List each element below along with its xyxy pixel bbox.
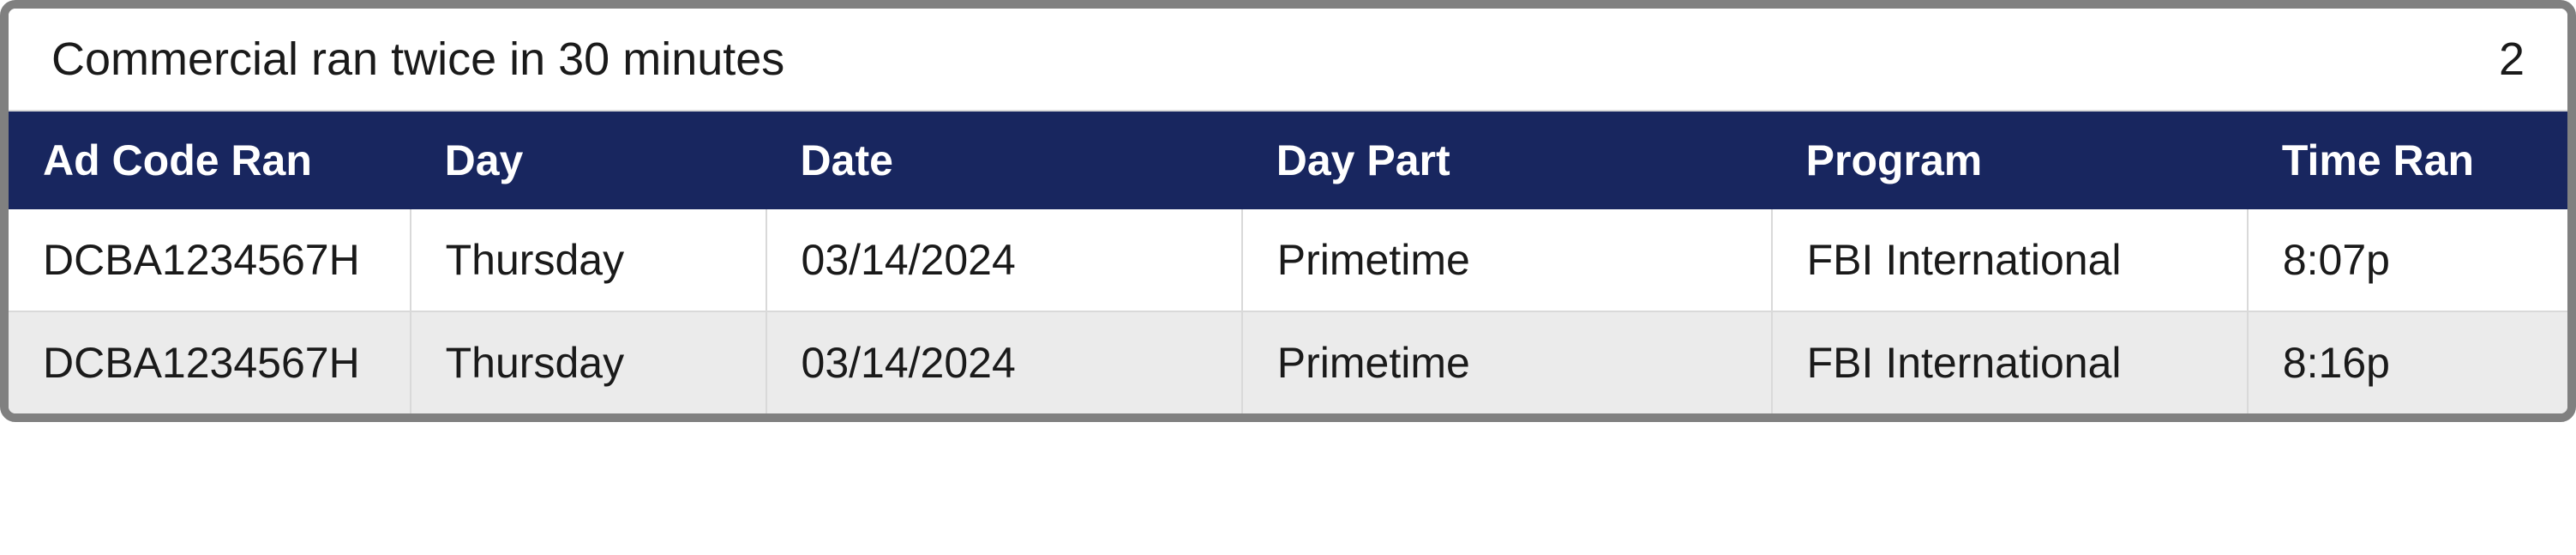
table-row: DCBA1234567H Thursday 03/14/2024 Primeti… bbox=[9, 311, 2567, 413]
title-count: 2 bbox=[2499, 33, 2525, 86]
cell-program: FBI International bbox=[1772, 209, 2248, 311]
cell-time-ran: 8:16p bbox=[2248, 311, 2567, 413]
title-bar: Commercial ran twice in 30 minutes 2 bbox=[9, 9, 2567, 112]
report-panel: Commercial ran twice in 30 minutes 2 Ad … bbox=[0, 0, 2576, 422]
cell-date: 03/14/2024 bbox=[766, 209, 1242, 311]
title-text: Commercial ran twice in 30 minutes bbox=[51, 33, 784, 86]
cell-time-ran: 8:07p bbox=[2248, 209, 2567, 311]
cell-day-part: Primetime bbox=[1242, 209, 1772, 311]
header-program: Program bbox=[1772, 112, 2248, 209]
cell-ad-code: DCBA1234567H bbox=[9, 209, 411, 311]
cell-program: FBI International bbox=[1772, 311, 2248, 413]
cell-day: Thursday bbox=[411, 311, 766, 413]
header-day-part: Day Part bbox=[1242, 112, 1772, 209]
header-day: Day bbox=[411, 112, 766, 209]
cell-day-part: Primetime bbox=[1242, 311, 1772, 413]
cell-day: Thursday bbox=[411, 209, 766, 311]
table-row: DCBA1234567H Thursday 03/14/2024 Primeti… bbox=[9, 209, 2567, 311]
data-table: Ad Code Ran Day Date Day Part Program Ti… bbox=[9, 112, 2567, 413]
cell-date: 03/14/2024 bbox=[766, 311, 1242, 413]
header-time-ran: Time Ran bbox=[2248, 112, 2567, 209]
table-header-row: Ad Code Ran Day Date Day Part Program Ti… bbox=[9, 112, 2567, 209]
cell-ad-code: DCBA1234567H bbox=[9, 311, 411, 413]
header-ad-code: Ad Code Ran bbox=[9, 112, 411, 209]
header-date: Date bbox=[766, 112, 1242, 209]
